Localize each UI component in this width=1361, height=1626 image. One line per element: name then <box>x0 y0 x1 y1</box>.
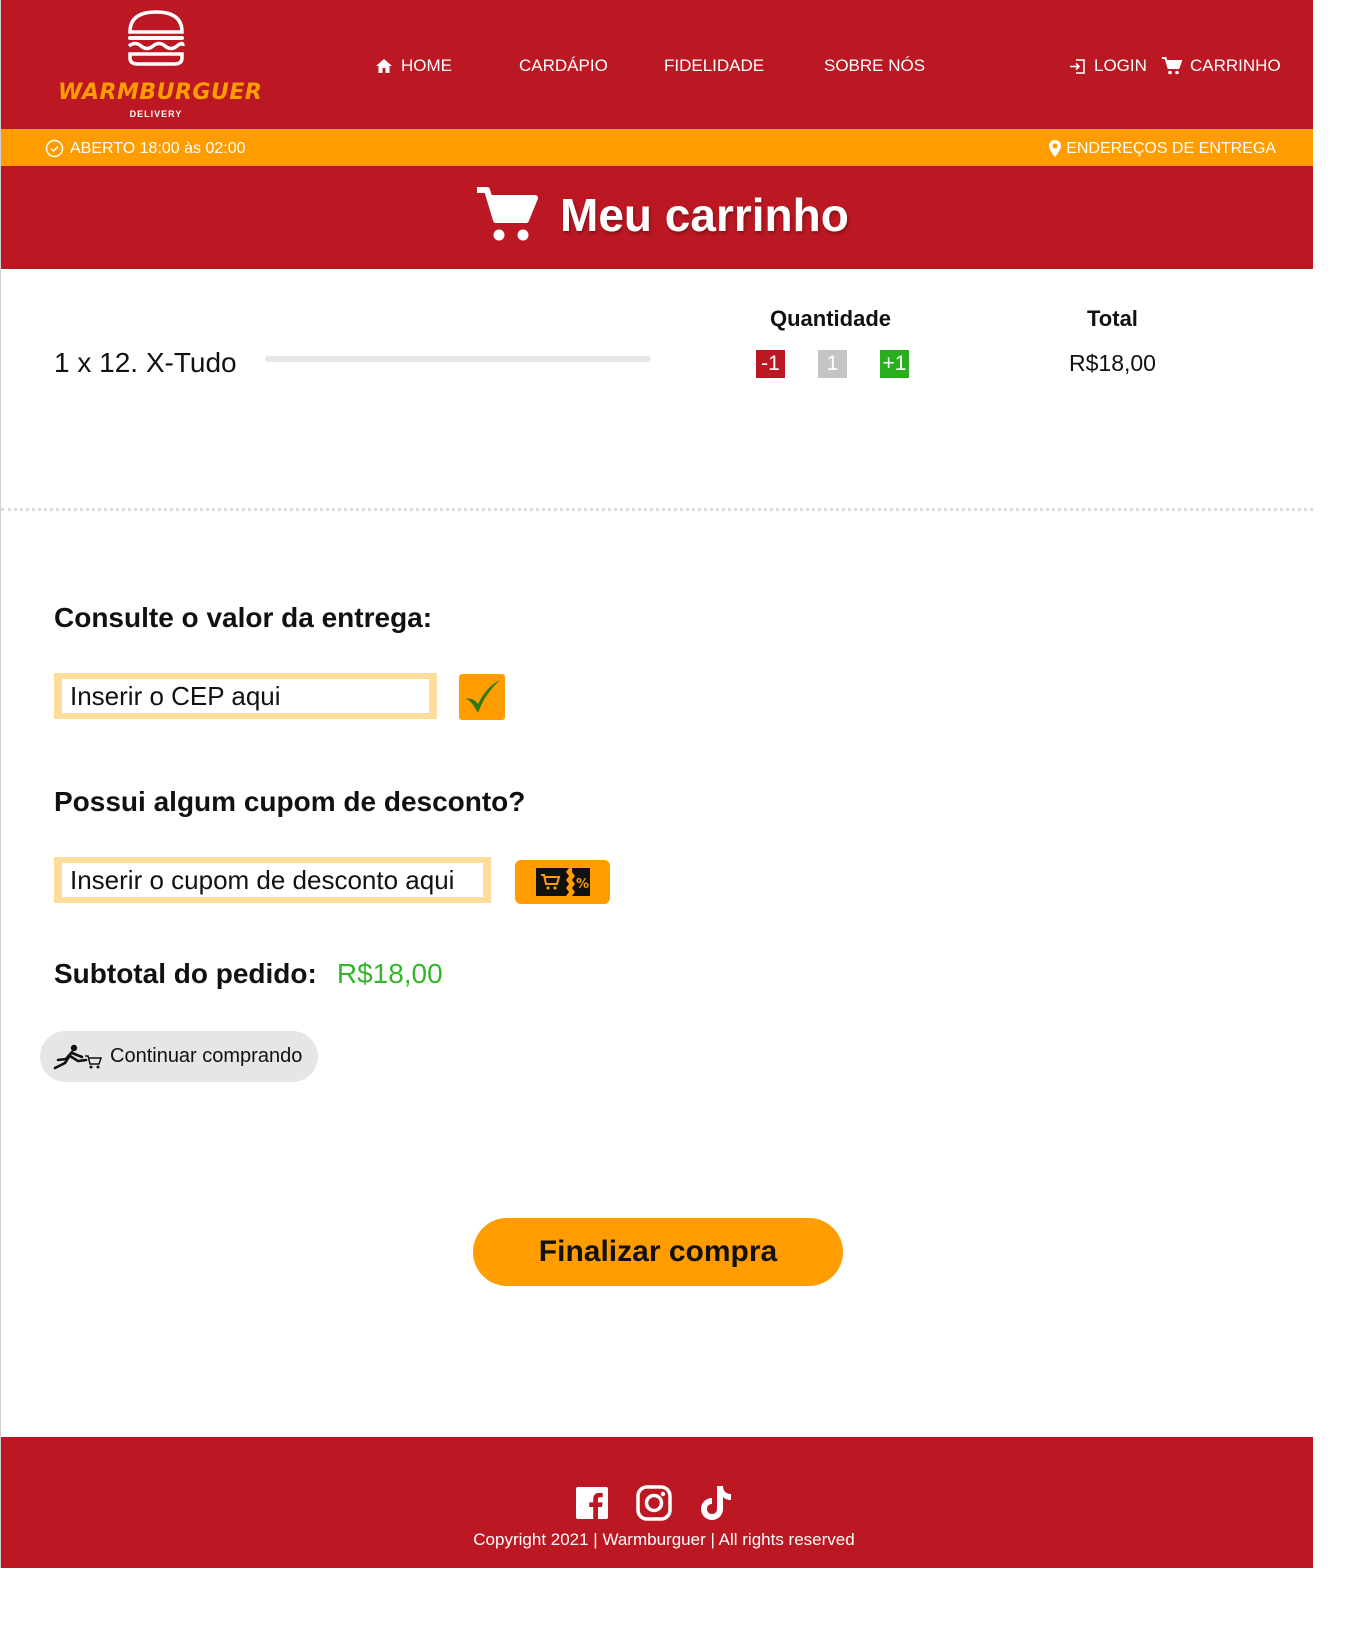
nav-about-label: SOBRE NÓS <box>824 56 926 75</box>
cep-input-wrapper <box>54 673 437 719</box>
tiktok-icon[interactable] <box>700 1485 732 1526</box>
location-pin-icon <box>1049 140 1062 157</box>
item-separator-line <box>265 356 651 362</box>
opening-hours-label: ABERTO 18:00 às 02:00 <box>70 139 246 157</box>
shopping-cart-icon <box>1162 57 1182 75</box>
coupon-input[interactable] <box>62 863 483 897</box>
section-divider <box>1 508 1313 511</box>
cart-item-total: R$18,00 <box>1069 350 1156 376</box>
order-subtotal: Subtotal do pedido: R$18,00 <box>54 958 443 990</box>
nav-about[interactable]: SOBRE NÓS <box>824 56 925 76</box>
page-title: Meu carrinho <box>560 189 849 241</box>
delivery-addresses-label: ENDEREÇOS DE ENTREGA <box>1066 139 1276 157</box>
increase-quantity-button[interactable]: +1 <box>880 350 909 378</box>
clock-icon <box>45 139 64 158</box>
nav-login[interactable]: LOGIN <box>1069 56 1147 76</box>
cart-item-name: 1 x 12. X-Tudo <box>54 347 237 378</box>
subtotal-label: Subtotal do pedido: <box>54 958 317 989</box>
subtotal-value: R$18,00 <box>336 958 443 989</box>
checkmark-icon <box>465 680 500 713</box>
brand-tagline: DELIVERY <box>129 109 183 119</box>
login-icon <box>1070 58 1085 74</box>
quantity-column-header: Quantidade <box>770 306 892 331</box>
nav-home[interactable]: HOME <box>375 56 452 76</box>
instagram-icon[interactable] <box>636 1485 672 1526</box>
nav-menu[interactable]: CARDÁPIO <box>519 56 608 76</box>
copyright-text: Copyright 2021 | Warmburguer | All right… <box>473 1530 855 1549</box>
coupon-section-title: Possui algum cupom de desconto? <box>54 786 526 817</box>
discount-coupon-icon: % <box>535 868 590 896</box>
check-cep-button[interactable] <box>459 674 505 720</box>
nav-loyalty-label: FIDELIDADE <box>664 56 765 75</box>
top-navigation-bar: WARMBURGUER DELIVERY HOME CARDÁPIO FIDEL… <box>1 0 1313 129</box>
finalize-purchase-button[interactable]: Finalizar compra <box>473 1218 843 1286</box>
delivery-addresses-link[interactable]: ENDEREÇOS DE ENTREGA <box>1048 139 1276 158</box>
cep-input[interactable] <box>62 679 429 713</box>
page-header-banner: Meu carrinho <box>1 166 1313 269</box>
footer: Copyright 2021 | Warmburguer | All right… <box>1 1437 1313 1568</box>
quantity-value: 1 <box>818 350 847 378</box>
nav-cart[interactable]: CARRINHO <box>1162 56 1281 76</box>
status-bar: ABERTO 18:00 às 02:00 ENDEREÇOS DE ENTRE… <box>1 129 1313 166</box>
nav-home-label: HOME <box>401 56 452 75</box>
nav-menu-label: CARDÁPIO <box>519 56 608 75</box>
continue-shopping-button[interactable]: Continuar comprando <box>40 1031 318 1082</box>
continue-shopping-label: Continuar comprando <box>110 1045 303 1067</box>
shopping-cart-icon <box>477 187 538 241</box>
person-pushing-cart-icon <box>53 1044 102 1069</box>
facebook-icon[interactable] <box>576 1487 608 1524</box>
brand-logo[interactable]: WARMBURGUER DELIVERY <box>58 10 263 122</box>
apply-coupon-button[interactable]: % <box>515 860 610 904</box>
nav-cart-label: CARRINHO <box>1190 56 1281 75</box>
burger-icon <box>127 10 185 66</box>
coupon-input-wrapper <box>54 857 491 903</box>
social-links <box>576 1485 732 1526</box>
total-column-header: Total <box>1087 306 1138 331</box>
brand-name: WARMBURGUER <box>58 80 263 105</box>
nav-loyalty[interactable]: FIDELIDADE <box>664 56 764 76</box>
opening-hours: ABERTO 18:00 às 02:00 <box>45 139 246 158</box>
decrease-quantity-button[interactable]: -1 <box>756 350 785 378</box>
svg-text:%: % <box>576 877 589 892</box>
nav-login-label: LOGIN <box>1094 56 1147 75</box>
home-icon <box>376 59 392 73</box>
delivery-section-title: Consulte o valor da entrega: <box>54 602 433 633</box>
